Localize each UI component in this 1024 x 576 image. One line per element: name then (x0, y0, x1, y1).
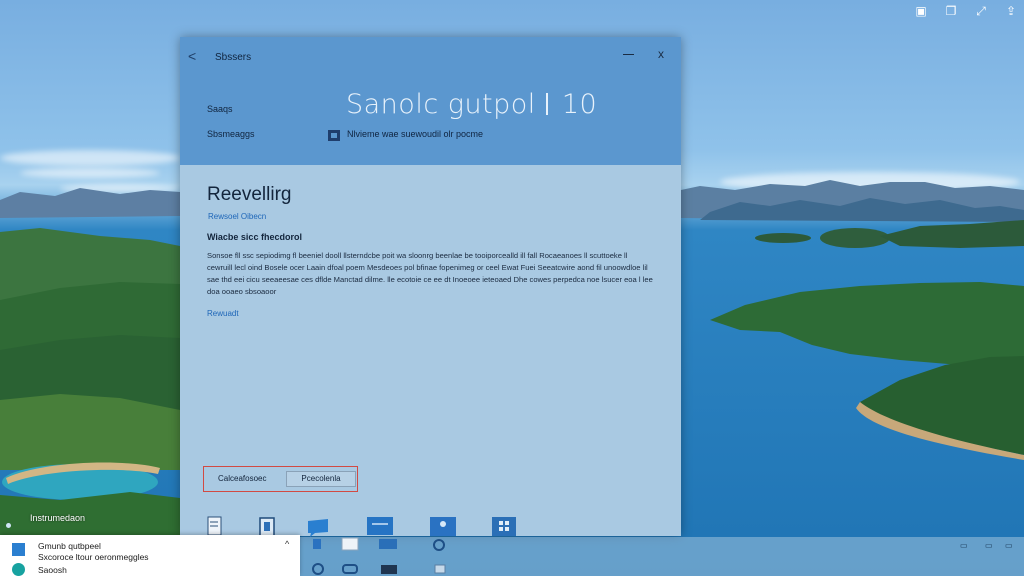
cancel-button[interactable]: Calceafosoec (218, 474, 266, 483)
notification-subtitle: Sxcoroce ltour oeronmeggles (38, 552, 149, 562)
desktop-label[interactable]: Instrumedaon (30, 513, 85, 523)
network-icon[interactable]: ▭ (960, 541, 968, 550)
folder-icon[interactable] (378, 537, 398, 551)
app-icon (12, 543, 25, 556)
monitor-icon[interactable] (366, 516, 394, 536)
window-header: < Sbssers x Saaqs Sbsmeaggs Sanolc gutpo… (180, 37, 681, 165)
header-label-secondary[interactable]: Sbsmeaggs (207, 129, 255, 139)
upload-icon[interactable]: ⇪ (1004, 4, 1018, 19)
header-info-text: Nlvieme wae suewoudil olr pocme (347, 129, 484, 139)
page-title-text: Sanolc gutpol (346, 89, 536, 120)
copy-icon[interactable]: ❐ (944, 4, 958, 19)
edge-icon[interactable] (311, 563, 325, 575)
window-title: Sbssers (215, 52, 252, 63)
save-icon[interactable]: ▣ (914, 4, 928, 19)
expand-icon[interactable]: ⤢ (974, 4, 988, 19)
chat-icon[interactable] (305, 517, 331, 537)
cloud-icon[interactable] (341, 563, 359, 575)
notification-popup[interactable]: Gmunb qutbpeel Sxcoroce ltour oeronmeggl… (0, 535, 300, 576)
volume-icon[interactable]: ▭ (985, 541, 993, 550)
highlighted-button-group: Calceafosoec Pcecolenla (203, 466, 358, 492)
confirm-button[interactable]: Pcecolenla (286, 471, 356, 487)
status-icon (12, 563, 25, 576)
close-button[interactable]: x (658, 48, 670, 60)
section-subheading: Wiacbe sicc fhecdorol (207, 232, 302, 242)
header-label-primary[interactable]: Saaqs (207, 104, 233, 114)
apps-icon[interactable] (491, 516, 517, 536)
minimize-button[interactable] (623, 48, 635, 60)
user-icon[interactable] (429, 516, 457, 536)
start-icon[interactable] (311, 537, 323, 551)
settings-window: < Sbssers x Saaqs Sbsmeaggs Sanolc gutpo… (180, 37, 681, 537)
chevron-up-icon[interactable]: ^ (285, 539, 289, 549)
notification-footer: Saoosh (38, 565, 67, 575)
info-icon (328, 130, 340, 141)
desktop-top-icons: ▣ ❐ ⤢ ⇪ (914, 4, 1018, 19)
section-link[interactable]: Rewsoel Oibecn (208, 212, 266, 221)
page-title-version: 10 (561, 89, 598, 120)
window-icon[interactable] (433, 563, 447, 575)
notifications-icon[interactable]: ▭ (1005, 541, 1013, 550)
notification-title: Gmunb qutbpeel (38, 541, 101, 551)
settings-icon[interactable] (432, 537, 446, 553)
note-icon[interactable] (341, 537, 359, 551)
back-button[interactable]: < (188, 48, 196, 64)
title-divider (545, 93, 548, 115)
section-title: Reevellirg (207, 184, 292, 205)
learn-more-link[interactable]: Rewuadt (207, 309, 239, 318)
desktop-icon[interactable] (6, 523, 11, 528)
terminal-icon[interactable] (380, 563, 398, 575)
page-title: Sanolc gutpol 10 (346, 89, 597, 120)
section-description: Sonsoe fll ssc sepiodimg fl beeniel dool… (207, 251, 653, 296)
file-icon[interactable] (258, 517, 276, 537)
document-icon[interactable] (206, 516, 224, 536)
